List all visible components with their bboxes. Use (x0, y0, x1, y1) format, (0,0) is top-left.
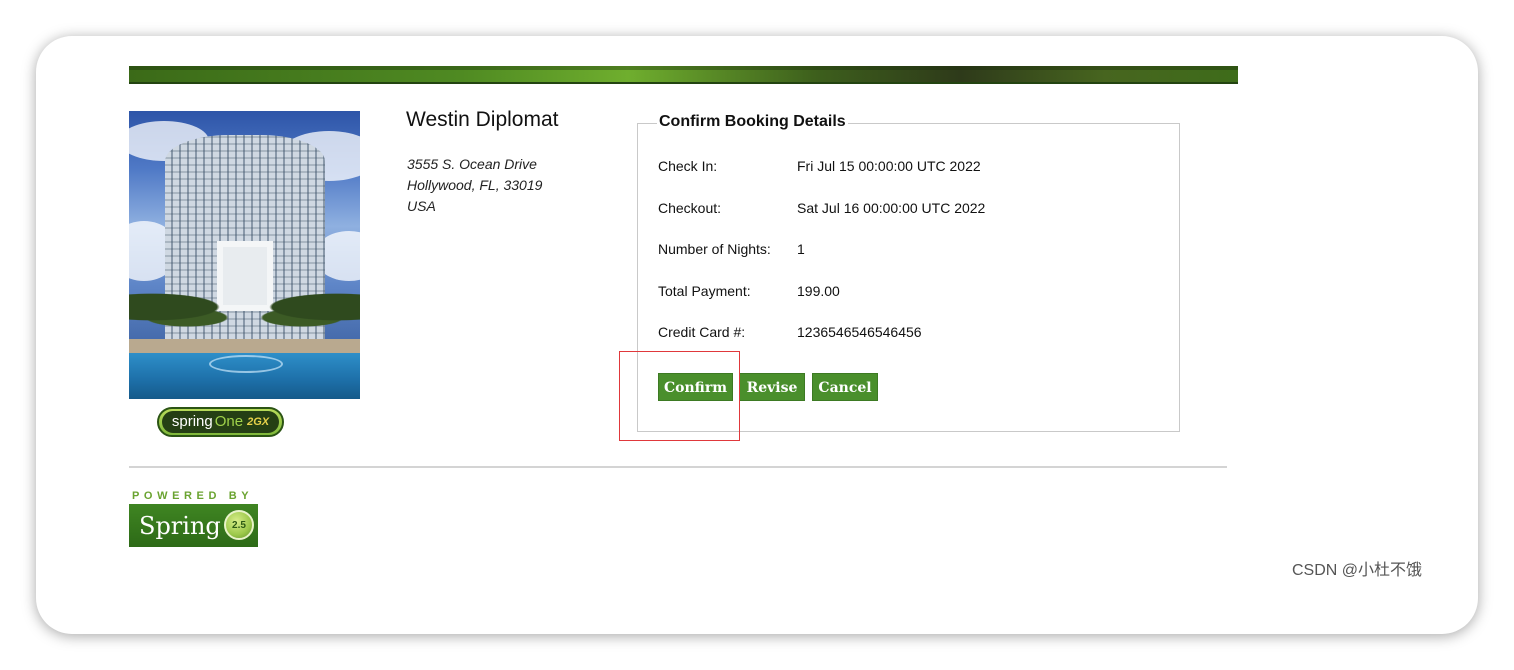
hotel-name: Westin Diplomat (406, 108, 559, 131)
checkout-value: Sat Jul 16 00:00:00 UTC 2022 (797, 200, 986, 216)
springone-logo-tag: 2GX (247, 416, 270, 428)
check-in-value: Fri Jul 15 00:00:00 UTC 2022 (797, 158, 981, 174)
powered-by-label: POWERED BY (132, 490, 254, 502)
csdn-watermark: CSDN @小杜不饿 (1291, 562, 1422, 579)
credit-card-value: 1236546546546456 (797, 324, 922, 340)
nights-value: 1 (797, 241, 805, 257)
hotel-photo (129, 111, 360, 399)
spring-leaf-icon: 2.5 (224, 510, 254, 540)
credit-card-label: Credit Card #: (658, 324, 746, 340)
header-banner (129, 66, 1238, 84)
pool-deck (129, 339, 360, 353)
total-payment-label: Total Payment: (658, 283, 751, 299)
spring-logo: Spring 2.5 (129, 504, 258, 547)
check-in-label: Check In: (658, 158, 718, 174)
hotel-address: 3555 S. Ocean Drive Hollywood, FL, 33019… (407, 154, 542, 217)
springone-logo-spring: spring (171, 413, 213, 430)
checkout-label: Checkout: (658, 200, 722, 216)
confirm-highlight-box (619, 351, 740, 441)
footer-divider (129, 466, 1227, 468)
cancel-button[interactable]: Cancel (812, 373, 878, 401)
revise-button[interactable]: Revise (739, 373, 805, 401)
pool (129, 353, 360, 399)
spring-logo-word: Spring (139, 511, 221, 540)
address-line-street: 3555 S. Ocean Drive (407, 156, 537, 172)
springone-logo: spring One 2GX (157, 407, 284, 437)
booking-details-legend: Confirm Booking Details (657, 113, 848, 131)
address-line-country: USA (407, 198, 436, 214)
nights-label: Number of Nights: (658, 241, 771, 257)
springone-logo-one: One (214, 413, 244, 430)
address-line-city: Hollywood, FL, 33019 (407, 177, 543, 193)
total-payment-value: 199.00 (797, 283, 840, 299)
